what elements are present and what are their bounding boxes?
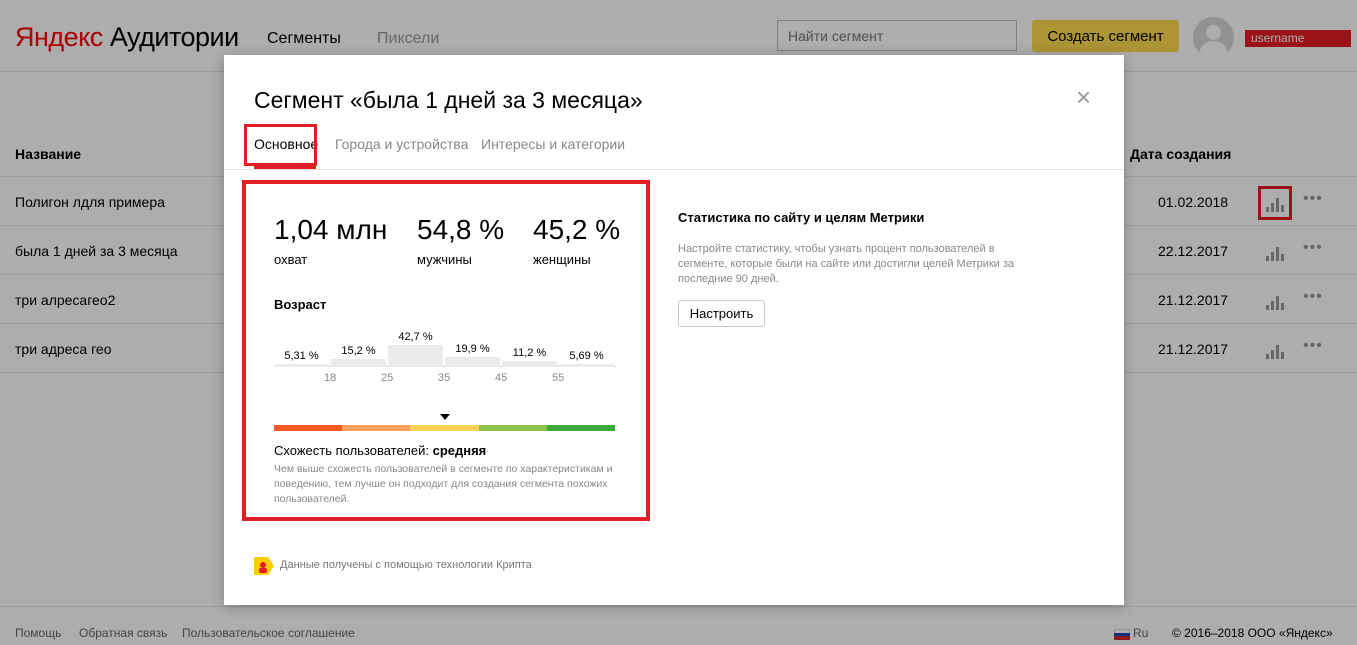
close-icon[interactable]: × [1076, 82, 1091, 113]
age-tick-label: 45 [495, 372, 508, 384]
similarity-title: Схожесть пользователей: средняя [274, 443, 486, 458]
tab-highlight [244, 124, 317, 166]
segment-details-modal: Сегмент «была 1 дней за 3 месяца» × Осно… [224, 55, 1124, 605]
kripta-icon [254, 557, 274, 575]
modal-tabs: Основное Города и устройства Интересы и … [224, 125, 1124, 170]
age-bar [445, 357, 500, 367]
age-tick-label: 18 [324, 372, 337, 384]
age-value-label: 5,69 % [569, 350, 604, 362]
age-value-label: 15,2 % [341, 345, 376, 357]
age-value-label: 11,2 % [512, 347, 547, 359]
age-bar [331, 359, 386, 367]
similarity-value: средняя [432, 443, 487, 458]
modal-title: Сегмент «была 1 дней за 3 месяца» [254, 87, 643, 113]
metrika-description: Настройте статистику, чтобы узнать проце… [678, 243, 1015, 285]
similarity-description: Чем выше схожесть пользователей в сегмен… [274, 463, 613, 505]
similarity-scale-segment [478, 425, 547, 431]
similarity-scale [274, 425, 615, 431]
tab-cities-devices[interactable]: Города и устройства [335, 136, 468, 152]
active-tab-underline [254, 166, 316, 169]
configure-button[interactable]: Настроить [678, 300, 765, 327]
similarity-label: Схожесть пользователей: [274, 443, 433, 458]
similarity-scale-segment [546, 425, 615, 431]
women-label: женщины [533, 252, 591, 267]
similarity-scale-segment [410, 425, 479, 431]
age-distribution-chart: 5,31 % 15,2 % 42,7 % 19,9 % 11,2 % 5,69 % 18 25… [274, 324, 616, 384]
age-bar [274, 364, 329, 367]
men-value: 54,8 % [417, 214, 505, 245]
age-value-label: 5,31 % [284, 350, 319, 362]
men-label: мужчины [417, 252, 472, 267]
age-bar [559, 364, 614, 367]
kripta-note: Данные получены с помощью технологии Кри… [280, 559, 532, 571]
age-tick-label: 35 [438, 372, 451, 384]
age-value-label: 19,9 % [455, 343, 490, 355]
age-bar [388, 345, 443, 367]
age-tick-label: 25 [381, 372, 394, 384]
tab-interests-categories[interactable]: Интересы и категории [481, 136, 625, 152]
metrika-title: Статистика по сайту и целям Метрики [678, 210, 925, 225]
similarity-scale-segment [274, 425, 343, 431]
women-value: 45,2 % [533, 214, 621, 245]
similarity-scale-segment [342, 425, 411, 431]
age-tick-label: 55 [552, 372, 565, 384]
reach-value: 1,04 млн [274, 214, 388, 245]
reach-label: охват [274, 252, 308, 267]
age-bar [502, 361, 557, 367]
segment-stats-panel: 1,04 млн охват 54,8 % мужчины 45,2 % жен… [242, 180, 650, 521]
metrika-section: Статистика по сайту и целям Метрики Наст… [678, 210, 1018, 327]
age-title: Возраст [274, 297, 327, 312]
age-value-label: 42,7 % [398, 331, 433, 343]
similarity-marker-icon [439, 414, 450, 420]
